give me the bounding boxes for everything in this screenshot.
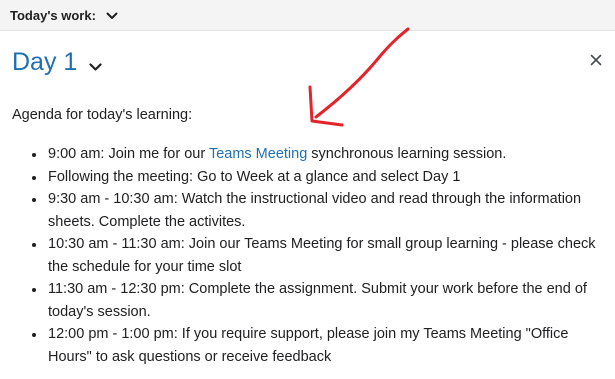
list-item: 12:00 pm - 1:00 pm: If you require suppo… bbox=[46, 323, 615, 368]
close-button[interactable] bbox=[589, 53, 603, 67]
close-icon bbox=[590, 54, 602, 66]
day-title-toggle[interactable]: Day 1 bbox=[12, 45, 102, 79]
header-bar: Today's work: bbox=[0, 0, 615, 30]
page: Today's work: Day 1 Agenda for today's l… bbox=[0, 0, 615, 379]
list-item-text: synchronous learning session. bbox=[307, 146, 507, 162]
chevron-down-icon bbox=[106, 12, 118, 20]
agenda-heading: Agenda for today's learning: bbox=[12, 107, 193, 123]
list-item-text: 9:00 am: Join me for our bbox=[48, 146, 209, 162]
list-item: 10:30 am - 11:30 am: Join our Teams Meet… bbox=[46, 233, 615, 278]
list-item: 9:30 am - 10:30 am: Watch the instructio… bbox=[46, 188, 615, 233]
list-item: 11:30 am - 12:30 pm: Complete the assign… bbox=[46, 278, 615, 323]
day-title: Day 1 bbox=[12, 48, 78, 76]
list-item: 9:00 am: Join me for our Teams Meeting s… bbox=[46, 143, 615, 166]
agenda-list: 9:00 am: Join me for our Teams Meeting s… bbox=[32, 143, 615, 368]
todays-work-label: Today's work: bbox=[10, 8, 96, 23]
day-card: Day 1 Agenda for today's learning: 9:00 … bbox=[0, 30, 615, 379]
todays-work-toggle[interactable]: Today's work: bbox=[10, 8, 118, 23]
teams-meeting-link[interactable]: Teams Meeting bbox=[209, 146, 307, 162]
list-item: Following the meeting: Go to Week at a g… bbox=[46, 166, 615, 189]
chevron-down-icon bbox=[89, 49, 102, 79]
